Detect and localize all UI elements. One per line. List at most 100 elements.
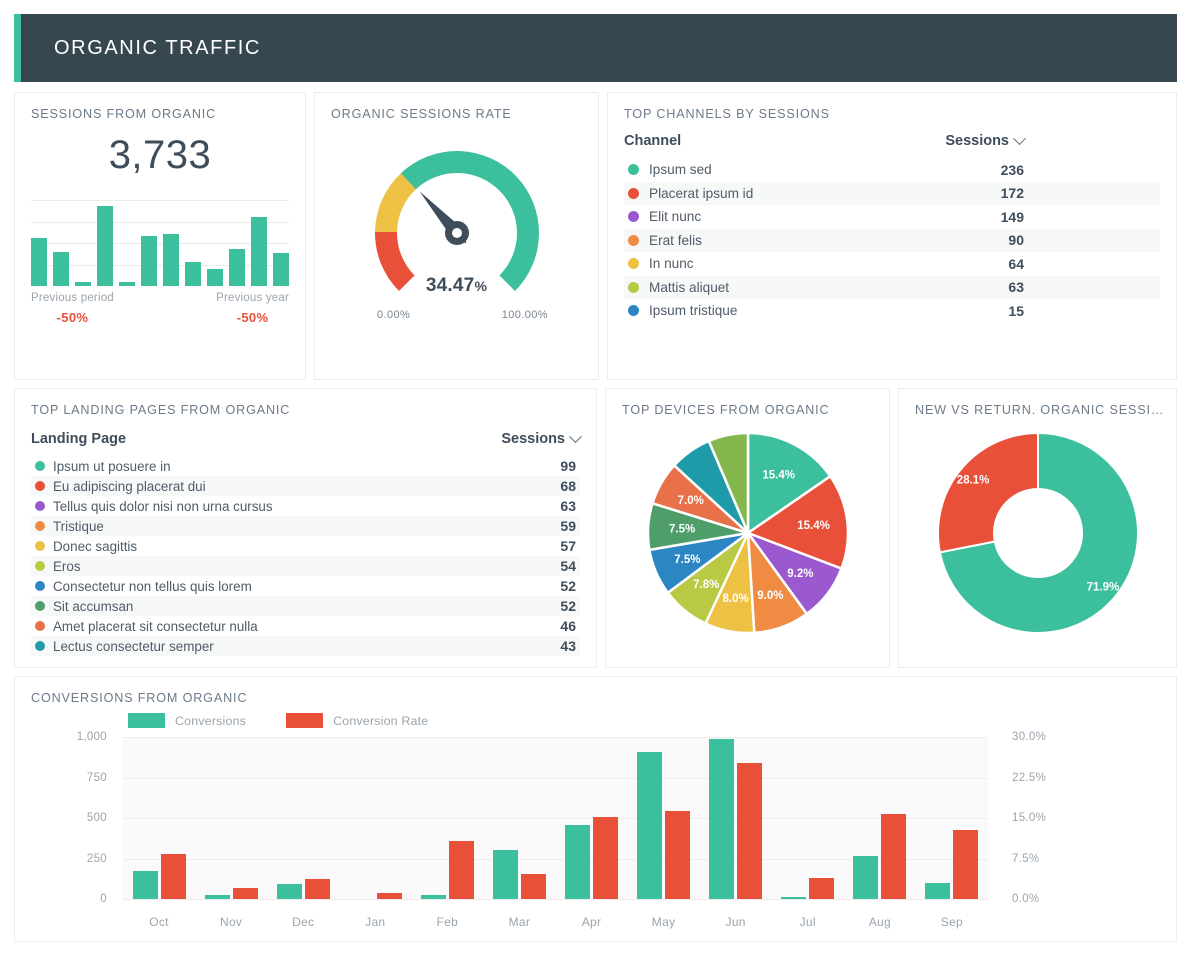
x-axis-tick: Dec [267,915,339,929]
column-header-sessions[interactable]: Sessions [501,431,580,447]
x-axis-tick: Sep [916,915,988,929]
table-row[interactable]: Lectus consectetur semper43 [31,636,580,656]
page-title: ORGANIC TRAFFIC [21,37,261,60]
donut-slice[interactable] [938,433,1038,552]
card-top-channels-by-sessions[interactable]: TOP CHANNELS BY SESSIONS Channel Session… [607,92,1177,380]
landing-rows: Ipsum ut posuere in99Eu adipiscing place… [31,456,580,656]
bar[interactable] [161,854,186,899]
card-conversions-from-organic[interactable]: CONVERSIONS FROM ORGANIC ConversionsConv… [14,676,1177,942]
card-title-gauge: ORGANIC SESSIONS RATE [315,93,598,121]
row-label: Tellus quis dolor nisi non urna cursus [53,499,540,514]
bar[interactable] [953,830,978,899]
table-row[interactable]: Placerat ipsum id172 [624,182,1160,206]
row-value: 54 [540,558,580,574]
bar[interactable] [133,871,158,899]
chevron-down-icon[interactable] [569,430,582,443]
x-axis-tick: Jul [772,915,844,929]
series-color-dot [35,461,45,471]
series-color-dot [628,211,639,222]
bar-group [339,737,411,899]
y-axis-tick-left: 250 [87,853,107,865]
table-row[interactable]: Donec sagittis57 [31,536,580,556]
x-axis-tick: Aug [844,915,916,929]
bar[interactable] [853,856,878,899]
bar[interactable] [781,897,806,899]
channels-rows: Ipsum sed236Placerat ipsum id172Elit nun… [624,158,1160,323]
bar[interactable] [925,883,950,899]
table-row[interactable]: Tristique59 [31,516,580,536]
bar[interactable] [881,814,906,899]
bar[interactable] [305,879,330,899]
bar[interactable] [665,811,690,899]
sparkline-bar [251,217,267,286]
table-row[interactable]: Ipsum tristique15 [624,299,1160,323]
pie-slice-label: 7.8% [693,579,719,591]
bar[interactable] [449,841,474,899]
bar[interactable] [233,888,258,899]
bar[interactable] [205,895,230,899]
bar[interactable] [521,874,546,899]
sparkline-bar [163,234,179,286]
card-organic-sessions-rate[interactable]: ORGANIC SESSIONS RATE 34.47% 0.00% 100.0… [314,92,599,380]
table-row[interactable]: Amet placerat sit consectetur nulla46 [31,616,580,636]
chevron-down-icon[interactable] [1013,132,1026,145]
gauge-min-label: 0.00% [377,309,410,321]
table-row[interactable]: Elit nunc149 [624,205,1160,229]
card-title-devices: TOP DEVICES FROM ORGANIC [606,389,889,417]
bar[interactable] [709,739,734,899]
row-label: In nunc [649,256,978,271]
bar[interactable] [277,884,302,899]
bar[interactable] [493,850,518,899]
bar[interactable] [377,893,402,899]
plot-bars [123,737,988,899]
table-row[interactable]: Eu adipiscing placerat dui68 [31,476,580,496]
table-row[interactable]: Consectetur non tellus quis lorem52 [31,576,580,596]
new-vs-returning-donut-chart: 71.9%28.1% [899,417,1176,649]
bar-group [700,737,772,899]
card-top-devices[interactable]: TOP DEVICES FROM ORGANIC 15.4%15.4%9.2%9… [605,388,890,668]
donut-slice-label: 71.9% [1086,581,1119,593]
bar[interactable] [637,752,662,899]
bar[interactable] [737,763,762,899]
column-header-sessions[interactable]: Sessions [945,133,1024,149]
bar[interactable] [809,878,834,899]
row-label: Ipsum tristique [649,303,978,318]
table-row[interactable]: Sit accumsan52 [31,596,580,616]
row-label: Donec sagittis [53,539,540,554]
card-top-landing-pages[interactable]: TOP LANDING PAGES FROM ORGANIC Landing P… [14,388,597,668]
table-row[interactable]: In nunc64 [624,252,1160,276]
row-value: 99 [540,458,580,474]
sparkline-bar [97,206,113,286]
legend-swatch [128,713,165,728]
x-axis-tick: May [628,915,700,929]
legend-item[interactable]: Conversions [128,713,246,728]
row-label: Ipsum ut posuere in [53,459,540,474]
column-header-channel: Channel [624,133,945,149]
bar-group [628,737,700,899]
legend-item[interactable]: Conversion Rate [286,713,428,728]
x-axis-tick: Jun [700,915,772,929]
table-row[interactable]: Mattis aliquet63 [624,276,1160,300]
series-color-dot [628,235,639,246]
bar-group [916,737,988,899]
dashboard-header: ORGANIC TRAFFIC [14,14,1177,82]
table-row[interactable]: Ipsum ut posuere in99 [31,456,580,476]
card-new-vs-returning[interactable]: NEW VS RETURN. ORGANIC SESSI… 71.9%28.1% [898,388,1177,668]
bar[interactable] [565,825,590,899]
table-row[interactable]: Tellus quis dolor nisi non urna cursus63 [31,496,580,516]
series-color-dot [35,501,45,511]
y-axis-left: 1,0007505002500 [23,737,115,899]
bar-group [772,737,844,899]
table-row[interactable]: Erat felis90 [624,229,1160,253]
legend-label: Conversion Rate [333,714,428,728]
compare-label: Previous year [216,292,289,304]
table-row[interactable]: Eros54 [31,556,580,576]
table-row[interactable]: Ipsum sed236 [624,158,1160,182]
gridline [123,899,988,900]
card-sessions-from-organic[interactable]: SESSIONS FROM ORGANIC 3,733 Previous per… [14,92,306,380]
x-axis-tick: Oct [123,915,195,929]
bar[interactable] [593,817,618,899]
bar[interactable] [421,895,446,899]
header-accent-bar [14,14,21,82]
bar-group [483,737,555,899]
